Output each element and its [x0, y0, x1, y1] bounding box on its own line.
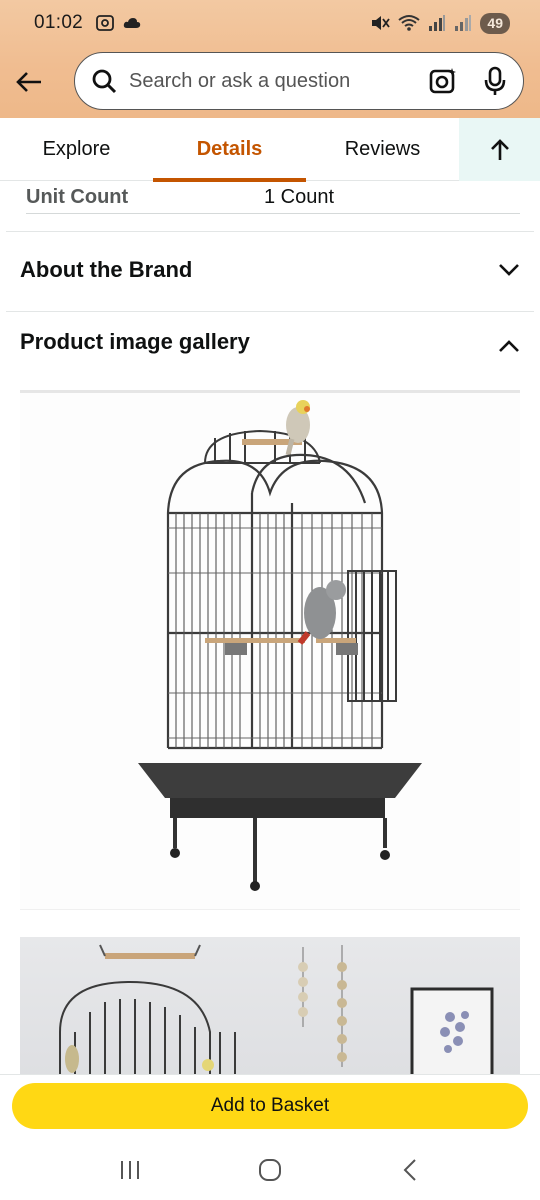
chevron-up-icon	[499, 340, 519, 352]
home-button[interactable]	[240, 1145, 300, 1195]
bird-cage-image	[138, 400, 422, 891]
search-input[interactable]: Search or ask a question	[129, 70, 429, 93]
tab-bar: Explore Details Reviews	[0, 118, 540, 182]
tab-details[interactable]: Details	[153, 118, 306, 182]
arrow-up-icon	[490, 138, 509, 160]
add-to-basket-button[interactable]: Add to Basket	[12, 1083, 528, 1129]
about-brand-title: About the Brand	[20, 257, 193, 282]
signal-icon-2	[455, 15, 472, 31]
arrow-left-icon	[16, 72, 41, 92]
system-nav-bar	[0, 1140, 540, 1200]
battery-indicator: 49	[480, 12, 510, 34]
gallery-section[interactable]: Product image gallery	[20, 312, 520, 372]
home-icon	[259, 1159, 281, 1181]
mute-icon	[372, 16, 391, 30]
status-time: 01:02	[34, 12, 84, 33]
app-header: Search or ask a question	[0, 50, 540, 114]
divider	[6, 231, 534, 232]
chevron-down-icon	[499, 264, 519, 276]
chevron-left-icon	[403, 1159, 416, 1181]
tab-reviews[interactable]: Reviews	[306, 118, 459, 181]
gallery-image-1[interactable]	[20, 393, 520, 910]
lifestyle-image	[59, 944, 494, 1077]
recent-apps-icon	[121, 1161, 139, 1179]
camera-search-icon[interactable]	[429, 67, 457, 95]
scroll-top-button[interactable]	[459, 118, 540, 181]
bottom-action-bar: Add to Basket	[0, 1074, 540, 1146]
microphone-icon[interactable]	[483, 66, 507, 96]
search-bar[interactable]: Search or ask a question	[74, 52, 524, 110]
unit-count-label: Unit Count	[26, 185, 129, 208]
screenshot-icon	[96, 15, 114, 31]
back-button[interactable]	[0, 52, 58, 112]
status-bar: 01:02 49	[0, 0, 540, 46]
about-brand-section[interactable]: About the Brand	[20, 240, 520, 300]
unit-count-value: 1 Count	[264, 185, 335, 208]
unit-count-row: Unit Count 1 Count	[26, 181, 520, 214]
gallery-image-2[interactable]	[20, 937, 520, 1077]
recent-apps-button[interactable]	[100, 1145, 160, 1195]
cloud-icon	[123, 18, 141, 28]
tab-explore[interactable]: Explore	[0, 118, 153, 181]
wifi-icon	[398, 15, 421, 31]
search-icon	[92, 69, 117, 94]
signal-icon	[429, 15, 446, 31]
back-nav-button[interactable]	[380, 1145, 440, 1195]
gallery-title: Product image gallery	[20, 329, 250, 354]
